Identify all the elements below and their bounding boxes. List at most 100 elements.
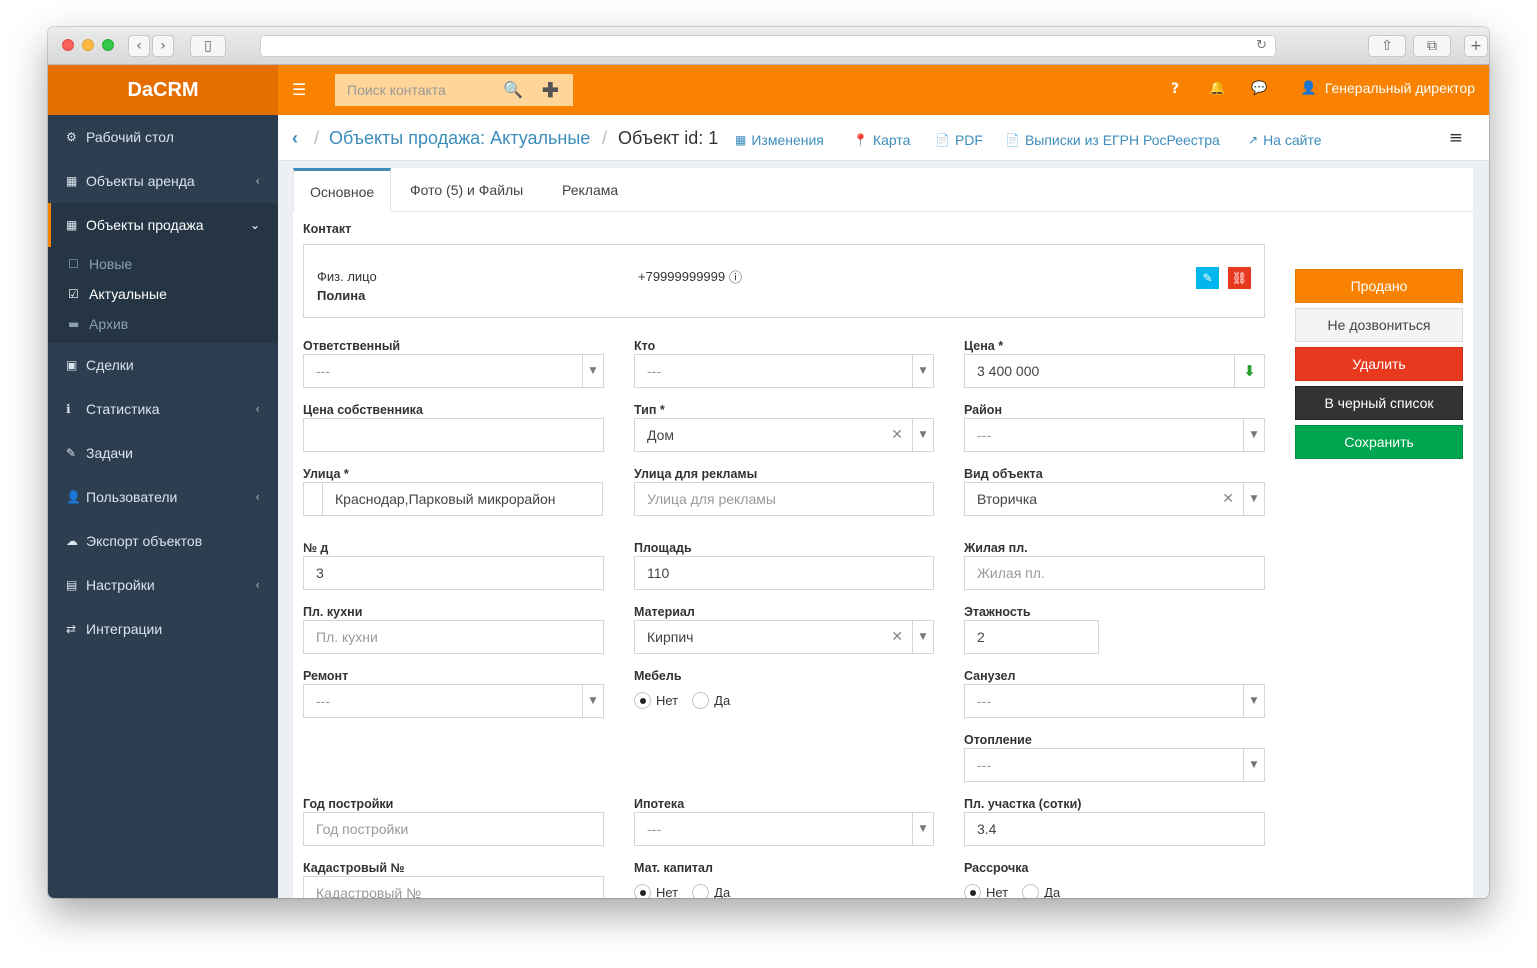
search-icon[interactable]: 🔍 — [503, 80, 523, 99]
sidebar-item-label: Интеграции — [86, 621, 163, 637]
delete-button[interactable]: Удалить — [1295, 347, 1463, 381]
installment-yes-radio[interactable] — [1022, 884, 1040, 898]
living-area-input[interactable]: Жилая пл. — [964, 556, 1265, 590]
mortgage-select[interactable]: --- ▼ — [634, 812, 934, 846]
responsible-select[interactable]: --- ▼ — [303, 354, 604, 388]
repair-select[interactable]: --- ▼ — [303, 684, 604, 718]
contact-phone[interactable]: +79999999999 — [638, 269, 725, 284]
heating-select[interactable]: --- ▼ — [964, 748, 1265, 782]
pdf-link-label: PDF — [954, 132, 983, 148]
save-button[interactable]: Сохранить — [1295, 425, 1463, 459]
tab-photos-files[interactable]: Фото (5) и Файлы — [394, 168, 539, 212]
ad-street-input[interactable]: Улица для рекламы — [634, 482, 934, 516]
sidebar-item-deals[interactable]: ▣ Сделки — [48, 343, 278, 387]
mat-capital-yes-radio[interactable] — [692, 884, 710, 898]
info-icon[interactable]: ⓘ — [729, 267, 742, 286]
address-bar[interactable]: ↻ — [260, 35, 1276, 57]
bathroom-select[interactable]: --- ▼ — [964, 684, 1265, 718]
share-icon[interactable]: ⇧ — [1368, 35, 1406, 57]
tabs-overview-icon[interactable]: ⧉ — [1413, 35, 1451, 57]
sidebar-item-settings[interactable]: ▤ Настройки ‹ — [48, 563, 278, 607]
mat-capital-radio-group: Нет Да — [634, 884, 730, 898]
sidebar-item-sale-objects[interactable]: ▦ Объекты продажа ⌄ — [48, 203, 278, 247]
submenu-item-actual[interactable]: ☑ Актуальные — [48, 279, 278, 309]
new-tab-icon[interactable]: + — [1464, 35, 1488, 57]
back-icon[interactable]: ‹ — [292, 128, 298, 149]
back-icon[interactable]: ‹ — [128, 35, 150, 57]
sidebar-item-users[interactable]: 👤 Пользователи ‹ — [48, 475, 278, 519]
sidebar-item-statistics[interactable]: ℹ Статистика ‹ — [48, 387, 278, 431]
price-label: Цена * — [964, 339, 1004, 353]
mat-capital-no-radio[interactable] — [634, 884, 651, 898]
furniture-no-radio[interactable] — [634, 692, 651, 709]
pdf-link[interactable]: 📄 PDF — [935, 132, 983, 148]
sidebar-item-integrations[interactable]: ⇄ Интеграции — [48, 607, 278, 651]
menu-icon[interactable]: ☰ — [292, 80, 306, 99]
installment-no-radio[interactable] — [964, 884, 981, 898]
responsible-value: --- — [316, 363, 330, 379]
edit-contact-icon[interactable]: ✎ — [1196, 267, 1219, 289]
contact-name[interactable]: Полина — [317, 288, 365, 303]
search-input[interactable] — [335, 74, 495, 106]
breadcrumb-parent[interactable]: Объекты продажа: Актуальные — [329, 128, 590, 149]
reload-icon[interactable]: ↻ — [1256, 38, 1267, 53]
forward-icon[interactable]: › — [152, 35, 174, 57]
plot-area-value: 3.4 — [977, 821, 997, 837]
district-select[interactable]: --- ▼ — [964, 418, 1265, 452]
arrow-down-icon[interactable]: ⬇ — [1234, 355, 1264, 387]
map-link[interactable]: 📍 Карта — [853, 132, 910, 148]
sidebar-toggle-icon[interactable]: ▯ — [190, 35, 226, 57]
more-menu-icon[interactable]: ≡ — [1449, 128, 1463, 148]
sidebar-item-dashboard[interactable]: ⚙ Рабочий стол — [48, 115, 278, 159]
tab-advertising[interactable]: Реклама — [546, 168, 634, 212]
mat-capital-yes-label: Да — [714, 885, 731, 898]
sold-button[interactable]: Продано — [1295, 269, 1463, 303]
minimize-window-button[interactable] — [82, 39, 94, 51]
material-select[interactable]: Кирпич ✕ ▼ — [634, 620, 934, 654]
egrn-link-label: Выписки из ЕГРН РосРеестра — [1024, 132, 1220, 148]
build-year-input[interactable]: Год постройки — [303, 812, 604, 846]
heating-value: --- — [977, 757, 991, 773]
cadastral-input[interactable]: Кадастровый № — [303, 876, 604, 898]
furniture-yes-radio[interactable] — [692, 692, 710, 709]
on-site-link[interactable]: ↗ На сайте — [1248, 132, 1322, 148]
sidebar-item-tasks[interactable]: ✎ Задачи — [48, 431, 278, 475]
installment-radio-group: Нет Да — [964, 884, 1060, 898]
chat-icon[interactable]: 💬 — [1251, 81, 1267, 96]
bell-icon[interactable]: 🔔 — [1209, 81, 1225, 96]
egrn-link[interactable]: 📄 Выписки из ЕГРН РосРеестра — [1005, 132, 1220, 148]
clear-icon[interactable]: ✕ — [1222, 491, 1234, 507]
user-menu[interactable]: 👤 Генеральный директор — [1301, 80, 1475, 96]
sidebar-item-rent-objects[interactable]: ▦ Объекты аренда ‹ — [48, 159, 278, 203]
sidebar-item-export[interactable]: ☁ Экспорт объектов — [48, 519, 278, 563]
app-logo[interactable]: DaCRM — [48, 65, 278, 115]
street-input[interactable]: Краснодар,Парковый микрорайон — [303, 482, 603, 516]
clear-icon[interactable]: ✕ — [891, 427, 903, 443]
plot-area-input[interactable]: 3.4 — [964, 812, 1265, 846]
add-contact-icon[interactable]: ✚ — [542, 78, 559, 103]
object-kind-select[interactable]: Вторичка ✕ ▼ — [964, 482, 1265, 516]
kitchen-input[interactable]: Пл. кухни — [303, 620, 604, 654]
repair-label: Ремонт — [303, 669, 349, 683]
price-input[interactable]: 3 400 000 ⬇ — [964, 354, 1265, 388]
check-square-icon: ☑ — [68, 287, 79, 301]
owner-price-input[interactable] — [303, 418, 604, 452]
furniture-no-label: Нет — [656, 693, 679, 708]
chevron-left-icon: ‹ — [255, 402, 260, 416]
changes-link[interactable]: ▦ Изменения — [735, 132, 824, 148]
clear-icon[interactable]: ✕ — [891, 629, 903, 645]
type-select[interactable]: Дом ✕ ▼ — [634, 418, 934, 452]
blacklist-button[interactable]: В черный список — [1295, 386, 1463, 420]
floors-input[interactable]: 2 — [964, 620, 1099, 654]
tab-main[interactable]: Основное — [293, 168, 392, 212]
close-window-button[interactable] — [62, 39, 74, 51]
no-answer-button[interactable]: Не дозвониться — [1295, 308, 1463, 342]
area-input[interactable]: 110 — [634, 556, 934, 590]
maximize-window-button[interactable] — [102, 39, 114, 51]
submenu-item-archive[interactable]: ▬ Архив — [48, 309, 278, 339]
help-icon[interactable]: ? — [1171, 81, 1179, 97]
unlink-contact-icon[interactable]: ⛓ — [1228, 267, 1251, 289]
who-select[interactable]: --- ▼ — [634, 354, 934, 388]
submenu-item-new[interactable]: ☐ Новые — [48, 249, 278, 279]
house-no-input[interactable]: 3 — [303, 556, 604, 590]
